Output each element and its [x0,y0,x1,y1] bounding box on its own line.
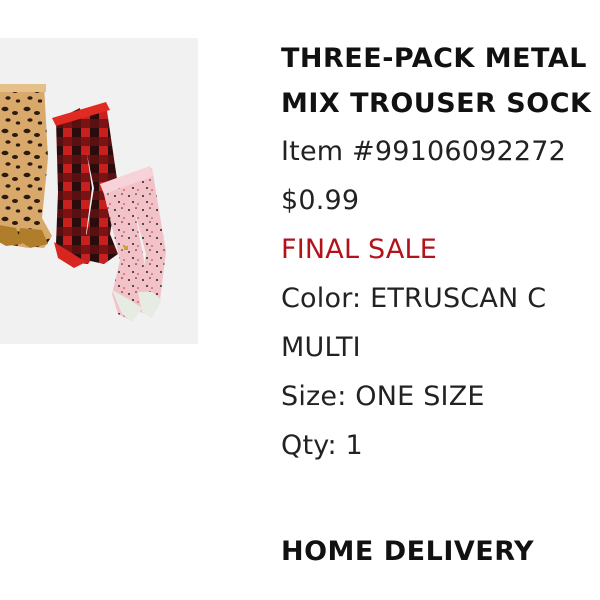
item-number: Item #99106092272 [281,136,567,167]
socks-illustration [0,84,166,322]
color-value: Color: ETRUSCAN C [281,283,547,314]
product-title-line-1[interactable]: THREE-PACK METAL [281,36,600,81]
home-delivery-heading: HOME DELIVERY [281,536,535,567]
product-details: THREE-PACK METAL MIX TROUSER SOCK Item #… [281,36,600,470]
product-title[interactable]: THREE-PACK METAL MIX TROUSER SOCK [281,36,600,126]
size-value: Size: ONE SIZE [281,381,485,412]
leopard-sock [0,84,52,248]
final-sale-label: FINAL SALE [281,234,437,265]
product-image[interactable] [0,38,198,344]
price: $0.99 [281,185,360,216]
quantity-value: Qty: 1 [281,430,363,461]
color-value-continued: MULTI [281,332,361,363]
product-title-line-2[interactable]: MIX TROUSER SOCK [281,81,600,126]
